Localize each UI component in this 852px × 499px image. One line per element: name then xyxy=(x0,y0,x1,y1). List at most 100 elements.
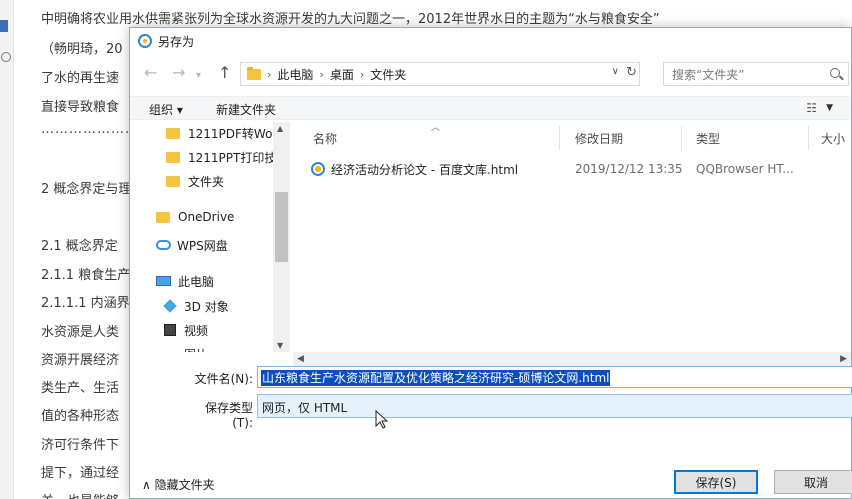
left-gutter xyxy=(0,0,14,499)
cube-icon xyxy=(163,299,177,313)
scroll-left-icon[interactable]: ◀ xyxy=(297,354,304,364)
scroll-right-icon[interactable]: ▶ xyxy=(840,354,847,364)
column-header-size[interactable]: 大小 xyxy=(821,130,845,147)
address-bar[interactable]: › 此电脑 › 桌面 › 文件夹 ∨ ↻ xyxy=(240,62,640,86)
filename-input[interactable]: 山东粮食生产水资源配置及优化策略之经济研究-硕博论文网.html xyxy=(257,366,852,388)
scroll-up-icon[interactable]: ▲ xyxy=(277,124,283,133)
column-header-date[interactable]: 修改日期 xyxy=(575,130,623,147)
file-row[interactable]: 经济活动分析论文 - 百度文库.html 2019/12/12 13:35 QQ… xyxy=(311,158,851,180)
history-icon[interactable] xyxy=(1,52,11,62)
dialog-toolbar: 组织 ▾ 新建文件夹 ☷ ▼ xyxy=(130,96,851,120)
folder-icon xyxy=(166,127,180,139)
search-icon[interactable] xyxy=(830,68,840,78)
dialog-title: 另存为 xyxy=(158,34,195,49)
nav-item-label: 图片 xyxy=(184,346,208,353)
sort-ascending-icon: ︿ xyxy=(431,123,441,133)
chevron-right-icon[interactable]: › xyxy=(267,68,271,81)
folder-icon xyxy=(166,151,180,163)
column-header-name[interactable]: 名称 xyxy=(313,130,337,147)
browser-icon xyxy=(138,34,152,48)
chevron-down-icon[interactable]: ▼ xyxy=(826,103,833,113)
hide-folders-toggle[interactable]: ∧ 隐藏文件夹 xyxy=(142,476,215,493)
nav-scrollbar[interactable]: ▲ ▼ xyxy=(273,122,290,352)
nav-item-this-pc[interactable]: 此电脑 xyxy=(156,270,214,292)
scroll-down-icon[interactable]: ▼ xyxy=(277,341,283,350)
filename-value: 山东粮食生产水资源配置及优化策略之经济研究-硕博论文网.html xyxy=(261,370,611,386)
filetype-label: 保存类型(T): xyxy=(204,401,253,430)
filename-label: 文件名(N): xyxy=(194,372,253,386)
new-folder-button[interactable]: 新建文件夹 xyxy=(216,101,276,118)
doc-line: 资源开展经济 xyxy=(41,353,120,368)
organize-menu[interactable]: 组织 ▾ xyxy=(149,101,183,118)
refresh-icon[interactable]: ↻ xyxy=(626,65,637,80)
chevron-right-icon[interactable]: › xyxy=(360,68,364,81)
file-date: 2019/12/12 13:35 xyxy=(575,162,683,176)
nav-item-label: 文件夹 xyxy=(188,174,225,189)
nav-item-3d-objects[interactable]: 3D 对象 xyxy=(163,295,229,317)
nav-item-pdf-folder[interactable]: 1211PDF转Wor xyxy=(166,122,277,144)
file-type: QQBrowser HT... xyxy=(696,162,794,176)
up-arrow-icon[interactable]: ↑ xyxy=(218,64,231,82)
doc-line: 了水的再生速 xyxy=(41,71,120,86)
address-dropdown-icon[interactable]: ∨ xyxy=(612,66,619,77)
forward-arrow-icon[interactable]: → xyxy=(172,64,185,82)
film-icon xyxy=(164,324,176,336)
address-row: ← → ▾ ↑ › 此电脑 › 桌面 › 文件夹 ∨ ↻ 搜索“文件夹” xyxy=(130,60,851,88)
mouse-cursor-icon xyxy=(375,410,388,429)
nav-item-ppt-folder[interactable]: 1211PPT打印技 xyxy=(166,146,276,168)
column-divider[interactable] xyxy=(559,126,560,150)
nav-item-label: OneDrive xyxy=(178,210,235,224)
doc-heading: 2.1 概念界定 xyxy=(41,239,118,254)
file-name: 经济活动分析论文 - 百度文库.html xyxy=(331,162,519,177)
dialog-titlebar[interactable]: 另存为 xyxy=(130,28,851,54)
nav-item-videos[interactable]: 视频 xyxy=(164,319,208,341)
doc-line: 关，也是能够 xyxy=(41,490,119,499)
nav-item-pictures[interactable]: 图片 xyxy=(164,343,208,352)
navigation-pane: 1211PDF转Wor 1211PPT打印技 文件夹 OneDrive WPS网… xyxy=(130,122,290,352)
chevron-right-icon[interactable]: › xyxy=(319,68,323,81)
bookmark-icon[interactable] xyxy=(0,20,8,32)
breadcrumb-this-pc[interactable]: 此电脑 xyxy=(277,66,313,83)
save-as-dialog: 另存为 ← → ▾ ↑ › 此电脑 › 桌面 › 文件夹 ∨ ↻ 搜索“文件夹”… xyxy=(129,27,852,499)
nav-item-label: 1211PDF转Wor xyxy=(188,126,278,141)
doc-line: （畅明琦，20 xyxy=(41,42,123,57)
doc-line: 直接导致粮食 xyxy=(41,100,120,115)
doc-heading: 2.1.1.1 内涵界 xyxy=(41,296,130,311)
breadcrumb-desktop[interactable]: 桌面 xyxy=(330,66,354,83)
filetype-select[interactable]: 网页，仅 HTML xyxy=(257,394,852,418)
view-options-icon[interactable]: ☷ xyxy=(806,101,817,115)
breadcrumb-folder[interactable]: 文件夹 xyxy=(370,66,406,83)
nav-item-label: 此电脑 xyxy=(178,274,215,289)
doc-line: 提下，通过经 xyxy=(41,466,120,481)
recent-locations-chevron-icon[interactable]: ▾ xyxy=(196,67,201,85)
picture-icon xyxy=(164,351,176,352)
dialog-footer: ∧ 隐藏文件夹 保存(S) 取消 xyxy=(130,468,852,498)
file-list: ︿ 名称 修改日期 类型 大小 经济活动分析论文 - 百度文库.html 201… xyxy=(293,122,851,352)
nav-item-label: 3D 对象 xyxy=(184,299,229,314)
search-placeholder: 搜索“文件夹” xyxy=(672,67,745,82)
hide-folders-label: 隐藏文件夹 xyxy=(154,478,215,492)
html-file-icon xyxy=(311,162,325,176)
doc-line: 类生产、生活 xyxy=(41,381,120,396)
computer-icon xyxy=(156,276,171,286)
doc-line: 水资源是人类 xyxy=(41,325,120,340)
nav-item-wps[interactable]: WPS网盘 xyxy=(156,234,228,256)
chevron-up-icon: ∧ xyxy=(142,478,155,492)
column-header-type[interactable]: 类型 xyxy=(696,130,720,147)
nav-item-label: 视频 xyxy=(184,323,209,338)
search-input[interactable]: 搜索“文件夹” xyxy=(663,62,849,86)
nav-item-folder[interactable]: 文件夹 xyxy=(166,170,224,192)
nav-item-label: 1211PPT打印技 xyxy=(188,150,277,165)
cancel-button[interactable]: 取消 xyxy=(774,470,852,494)
nav-item-onedrive[interactable]: OneDrive xyxy=(156,206,234,228)
filetype-value: 网页，仅 HTML xyxy=(262,401,348,415)
save-button[interactable]: 保存(S) xyxy=(674,470,758,494)
folder-icon xyxy=(166,175,180,187)
scroll-thumb[interactable] xyxy=(275,192,288,262)
back-arrow-icon[interactable]: ← xyxy=(144,64,157,82)
folder-icon xyxy=(247,66,261,80)
onedrive-folder-icon xyxy=(156,211,170,223)
cloud-icon xyxy=(156,240,171,250)
column-divider[interactable] xyxy=(808,126,809,150)
column-divider[interactable] xyxy=(681,126,682,150)
